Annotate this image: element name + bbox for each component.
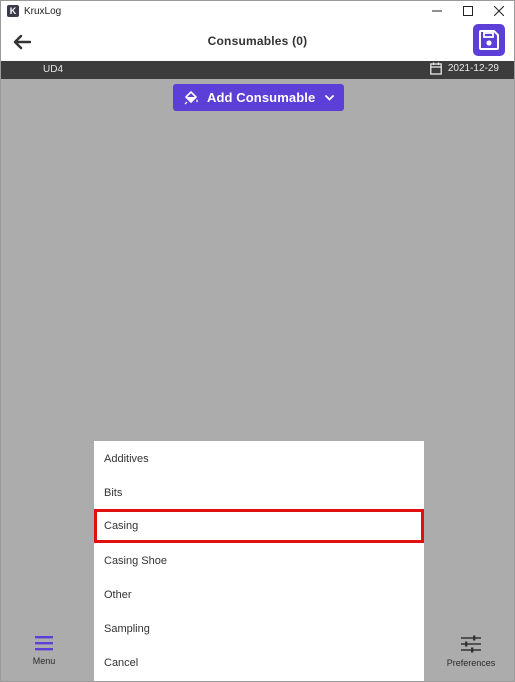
add-consumable-label: Add Consumable <box>207 90 316 105</box>
nav-menu-label: Menu <box>32 656 56 666</box>
nav-preferences-button[interactable]: Preferences <box>436 635 506 668</box>
window-titlebar: K KruxLog <box>1 1 514 21</box>
dropdown-item-bits[interactable]: Bits <box>94 476 424 510</box>
add-consumable-button[interactable]: Add Consumable <box>173 84 344 111</box>
maximize-icon <box>462 6 473 16</box>
maximize-button[interactable] <box>452 1 483 21</box>
floppy-disk-icon <box>479 30 499 50</box>
dropdown-item-casing[interactable]: Casing <box>94 509 424 543</box>
dropdown-item-cancel[interactable]: Cancel <box>94 646 424 680</box>
app-window: K KruxLog Consumables (0) UD4 2021-12-29… <box>0 0 515 682</box>
close-icon <box>493 6 504 16</box>
window-controls <box>421 1 514 21</box>
date-display[interactable]: 2021-12-29 <box>429 62 499 75</box>
paint-bucket-icon <box>184 90 199 105</box>
nav-menu-button[interactable]: Menu <box>9 635 79 666</box>
window-title: KruxLog <box>24 5 62 17</box>
dropdown-item-additives[interactable]: Additives <box>94 442 424 476</box>
project-code: UD4 <box>43 64 64 75</box>
info-bar: UD4 2021-12-29 <box>1 61 514 79</box>
nav-preferences-label: Preferences <box>446 658 496 668</box>
chevron-down-icon <box>325 94 335 101</box>
calendar-icon <box>429 62 442 75</box>
page-title: Consumables (0) <box>207 34 308 48</box>
sliders-icon <box>461 635 481 653</box>
dropdown-item-other[interactable]: Other <box>94 578 424 612</box>
save-button[interactable] <box>473 24 505 56</box>
consumable-type-dropdown: Additives Bits Casing Casing Shoe Other … <box>94 441 424 681</box>
minimize-icon <box>431 10 442 12</box>
date-text: 2021-12-29 <box>447 63 499 74</box>
dropdown-item-sampling[interactable]: Sampling <box>94 612 424 646</box>
arrow-left-icon <box>13 34 31 50</box>
dropdown-item-casing-shoe[interactable]: Casing Shoe <box>94 544 424 578</box>
app-header: Consumables (0) <box>1 21 514 61</box>
minimize-button[interactable] <box>421 1 452 21</box>
hamburger-icon <box>35 636 53 651</box>
close-button[interactable] <box>483 1 514 21</box>
app-logo-icon: K <box>7 5 19 17</box>
back-button[interactable] <box>11 31 33 53</box>
